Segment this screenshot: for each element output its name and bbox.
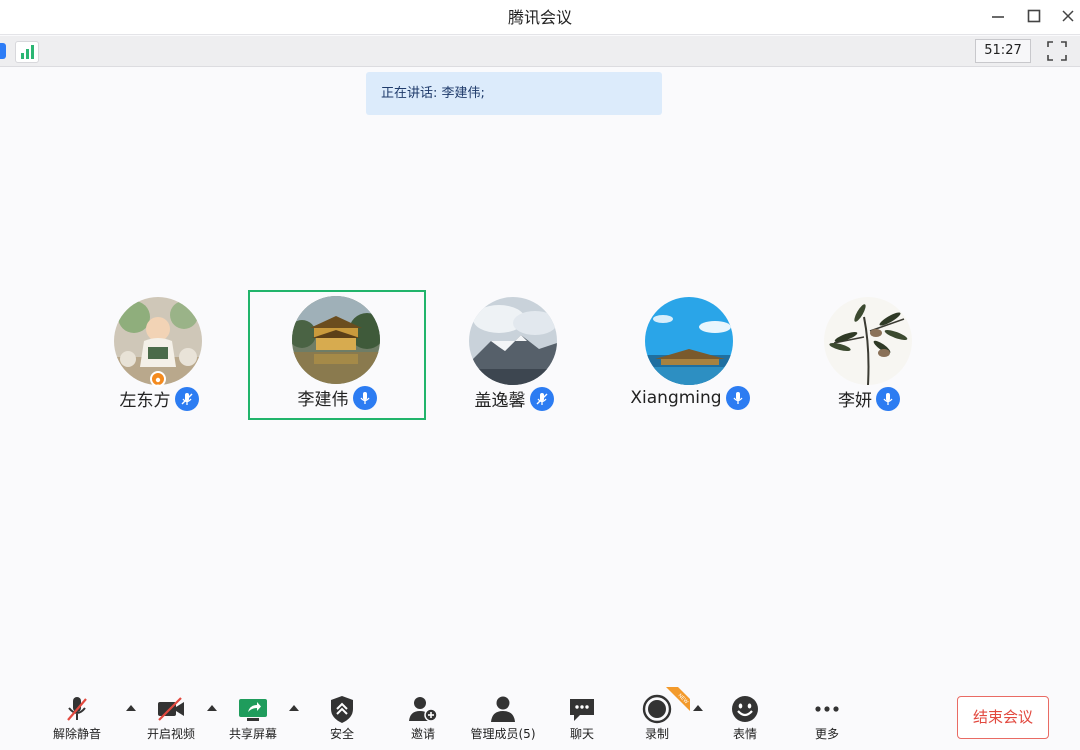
- participant-name: 李建伟: [297, 390, 349, 410]
- close-button[interactable]: [1054, 2, 1080, 30]
- mic-muted-icon: [529, 386, 554, 411]
- manage-members-button[interactable]: 管理成员(5): [463, 690, 543, 746]
- more-button[interactable]: 更多: [787, 690, 867, 746]
- participant-tile[interactable]: Xiangming: [601, 291, 779, 421]
- chat-label: 聊天: [569, 727, 594, 741]
- signal-icon: [21, 45, 34, 59]
- speaking-indicator: 正在讲话: 李建伟;: [366, 72, 662, 115]
- participant-tile-active[interactable]: 李建伟: [248, 290, 426, 420]
- avatar: [469, 297, 557, 385]
- unmute-label: 解除静音: [52, 727, 101, 741]
- fullscreen-button[interactable]: [1046, 40, 1068, 62]
- meeting-timer: 51:27: [975, 39, 1031, 63]
- more-icon: [815, 706, 839, 712]
- participant-name: 左东方: [119, 391, 171, 411]
- invite-label: 邀请: [410, 727, 435, 741]
- mic-muted-icon: [67, 697, 87, 721]
- maximize-button[interactable]: [1020, 2, 1048, 30]
- mic-on-icon: [725, 386, 750, 410]
- record-options-caret-icon[interactable]: [692, 703, 704, 713]
- avatar: [292, 296, 380, 384]
- close-icon: [1062, 10, 1074, 22]
- start-video-label: 开启视频: [146, 727, 195, 741]
- share-options-caret-icon[interactable]: [288, 703, 300, 713]
- share-screen-icon: [239, 699, 267, 721]
- security-label: 安全: [329, 727, 354, 741]
- start-video-button[interactable]: 开启视频: [131, 690, 211, 746]
- meeting-info-bar: [0, 36, 1080, 67]
- more-label: 更多: [814, 727, 839, 741]
- share-screen-label: 共享屏幕: [228, 727, 277, 741]
- minimize-button[interactable]: [984, 2, 1012, 30]
- participant-tile[interactable]: 李妍: [780, 291, 958, 421]
- avatar: [824, 297, 912, 385]
- chat-icon: [570, 699, 594, 721]
- shield-icon: [331, 696, 353, 723]
- participant-name: Xiangming: [630, 388, 722, 408]
- minimize-icon: [992, 16, 1004, 18]
- unmute-button[interactable]: 解除静音: [37, 690, 117, 746]
- avatar: [645, 297, 733, 385]
- reactions-label: 表情: [732, 727, 757, 741]
- mic-on-icon: [876, 386, 900, 411]
- meeting-info-icon[interactable]: [0, 43, 6, 59]
- participant-tile[interactable]: 盖逸馨: [425, 291, 603, 421]
- title-bar: 腾讯会议: [0, 0, 1080, 35]
- participant-name: 盖逸馨: [474, 391, 526, 411]
- maximize-icon: [1027, 9, 1041, 23]
- end-meeting-button[interactable]: 结束会议: [957, 696, 1049, 739]
- share-screen-button[interactable]: 共享屏幕: [213, 690, 293, 746]
- network-signal-button[interactable]: [15, 41, 39, 63]
- manage-members-label: 管理成员(5): [470, 727, 536, 741]
- record-label: 录制: [644, 727, 669, 741]
- participant-name: 李妍: [838, 391, 872, 411]
- mic-muted-icon: [174, 386, 199, 411]
- participant-tile[interactable]: 左东方: [70, 291, 248, 421]
- fullscreen-icon: [1047, 41, 1067, 61]
- members-icon: [491, 696, 515, 722]
- invite-button[interactable]: 邀请: [383, 690, 463, 746]
- new-feature-badge: NEW: [666, 687, 690, 711]
- chat-button[interactable]: 聊天: [542, 690, 622, 746]
- mic-on-icon: [352, 385, 377, 410]
- smiley-icon: [732, 696, 758, 722]
- invite-user-icon: [409, 697, 438, 722]
- security-button[interactable]: 安全: [302, 690, 382, 746]
- window-title: 腾讯会议: [507, 8, 572, 27]
- reactions-button[interactable]: 表情: [705, 690, 785, 746]
- host-icon: [150, 371, 166, 387]
- video-off-icon: [158, 697, 184, 721]
